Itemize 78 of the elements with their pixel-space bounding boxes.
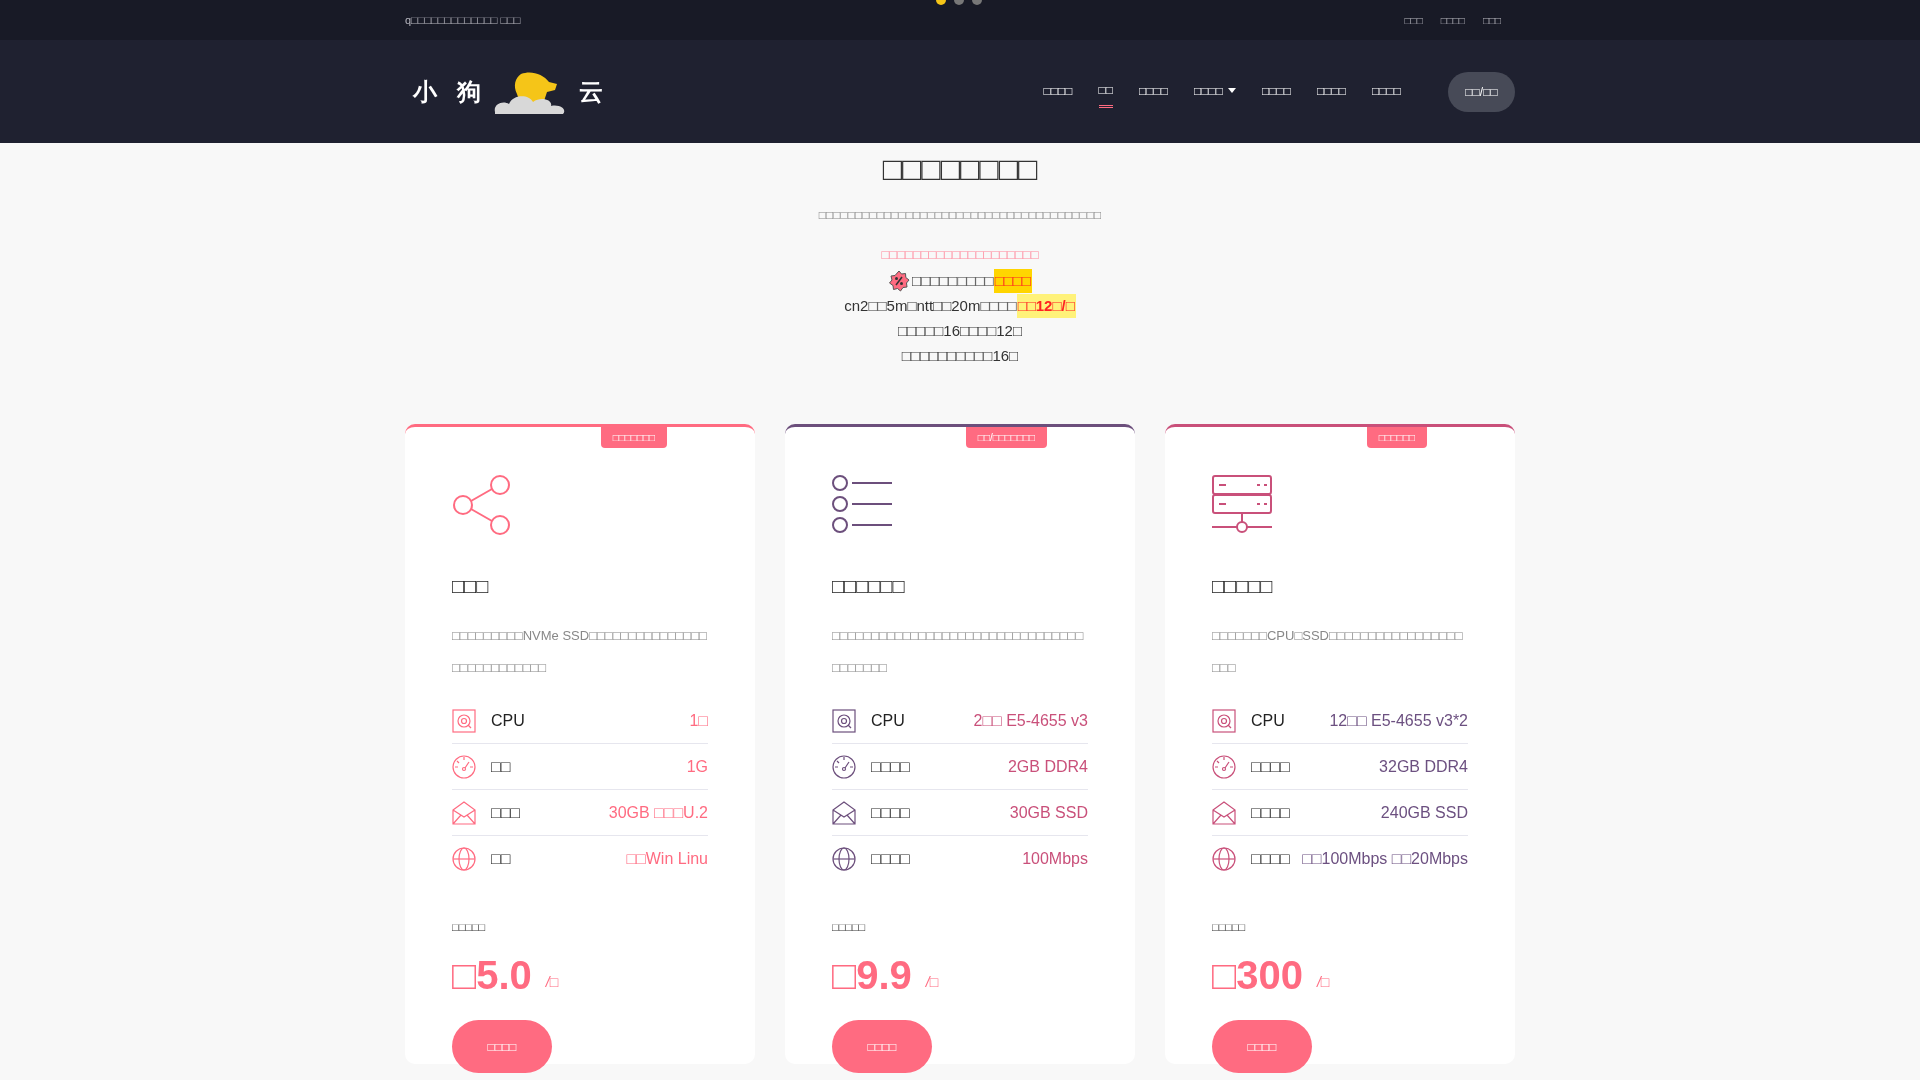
nav-item[interactable]: □□	[1098, 75, 1113, 108]
price-label: □□□□□	[832, 921, 867, 933]
spec-value: 1G	[685, 757, 708, 776]
plan-title: □□□□□□	[832, 575, 906, 598]
promo-line: □□□□□□□□□□16□	[901, 345, 1019, 366]
promo-text: □□□□□□□□□□□□□□□□□□□□	[881, 247, 1039, 262]
subtitle-text: □□□□□□□□□□□□□□□□□□□□□□□□□□□□□□□□□□□□□□□	[818, 208, 1102, 222]
price-unit: /□	[925, 974, 939, 990]
spec-value: 2□□ E5-4655 v3	[972, 711, 1088, 730]
chip-icon	[1212, 708, 1236, 733]
spec-label: □□	[491, 849, 511, 868]
chip-icon	[452, 708, 476, 733]
page-heading: □□□□□□□□	[882, 151, 1038, 188]
gauge-icon	[832, 754, 856, 779]
plan-ribbon: □□/□□□□□□□	[965, 427, 1047, 448]
gauge-icon	[452, 754, 476, 779]
gauge-icon	[1212, 754, 1236, 779]
spec-value: 12□□ E5-4655 v3*2	[1328, 711, 1468, 730]
top-link[interactable]: □□□	[1404, 14, 1423, 26]
top-link[interactable]: □□□□	[1440, 14, 1465, 26]
promo-line: cn2□□5m□ntt□□20m□□□□□□12□/□	[844, 293, 1076, 318]
price-unit: /□	[1316, 974, 1330, 990]
plan-ribbon: □□□□□□	[1366, 427, 1427, 448]
spec-label: □□□□	[1251, 849, 1290, 868]
nav-item[interactable]: □□□□	[1372, 75, 1401, 108]
nav-item[interactable]: □□□□	[1317, 75, 1346, 108]
nav-item[interactable]: □□□□	[1043, 75, 1073, 108]
plan-title: □□□	[452, 575, 490, 598]
spec-label: □□□□	[871, 849, 910, 868]
chip-icon	[832, 708, 856, 733]
logo-text[interactable]: 云	[579, 75, 610, 108]
envelope-icon	[452, 800, 476, 825]
server-icon	[1212, 475, 1272, 535]
login-button[interactable]: □□/□□	[1448, 71, 1515, 112]
nav-item[interactable]: □□□□	[1194, 75, 1236, 108]
envelope-icon	[832, 800, 856, 825]
plan-title: □□□□□	[1212, 575, 1274, 598]
price-unit: /□	[545, 974, 559, 990]
share-icon	[452, 475, 512, 535]
plan-description: □□□□□□□□□NVMe SSD□□□□□□□□□□□□□□□□□□□□□□□□□□□	[452, 627, 708, 677]
nav-item[interactable]: □□□□	[1139, 75, 1168, 108]
plan-description: □□□□□□□CPU□SSD□□□□□□□□□□□□□□□□□□□□	[1212, 627, 1464, 677]
spec-value: 30GB □□□U.2	[607, 803, 708, 822]
notice-text: q□□□□□□□□□□□□□ □□□	[405, 14, 521, 26]
promo-line: □□□□□16□□□□12□	[898, 320, 1022, 341]
price-text: □5.0	[452, 953, 532, 998]
spec-label: □□□□	[1251, 803, 1290, 822]
spec-value: □□Win Linu	[625, 849, 708, 868]
top-link[interactable]: □□□	[1482, 14, 1501, 26]
spec-label: □□	[491, 757, 511, 776]
spec-value: 1□	[688, 711, 708, 730]
spec-value: 240GB SSD	[1379, 803, 1468, 822]
price-text: □9.9	[832, 953, 912, 998]
logo-text[interactable]: 小 狗	[413, 75, 488, 108]
globe-icon	[1212, 846, 1236, 871]
spec-label: □□□	[491, 803, 520, 822]
spec-value: 32GB DDR4	[1378, 757, 1468, 776]
plan-description: □□□□□□□□□□□□□□□□□□□□□□□□□□□□□□□□□□□□□□□	[832, 627, 1085, 677]
promo-line: □□□□□□□□□□□□□	[912, 268, 1032, 293]
spec-label: □□□□	[871, 803, 910, 822]
spec-value: 30GB SSD	[1008, 803, 1088, 822]
spec-label: CPU	[871, 711, 905, 730]
plan-ribbon: □□□□□□□	[600, 427, 667, 448]
price-label: □□□□□	[452, 921, 487, 933]
nav-item[interactable]: □□□□	[1262, 75, 1291, 108]
spec-value: 2GB DDR4	[1006, 757, 1088, 776]
spec-value: □□100Mbps □□20Mbps	[1301, 849, 1468, 868]
spec-label: □□□□	[1251, 757, 1290, 776]
spec-label: □□□□	[871, 757, 910, 776]
price-text: □300	[1212, 953, 1303, 998]
globe-icon	[832, 846, 856, 871]
list-icon	[832, 475, 892, 535]
globe-icon	[452, 846, 476, 871]
spec-label: CPU	[491, 711, 525, 730]
spec-label: CPU	[1251, 711, 1285, 730]
envelope-icon	[1212, 800, 1236, 825]
price-label: □□□□□	[1212, 921, 1247, 933]
spec-value: 100Mbps	[1021, 849, 1088, 868]
